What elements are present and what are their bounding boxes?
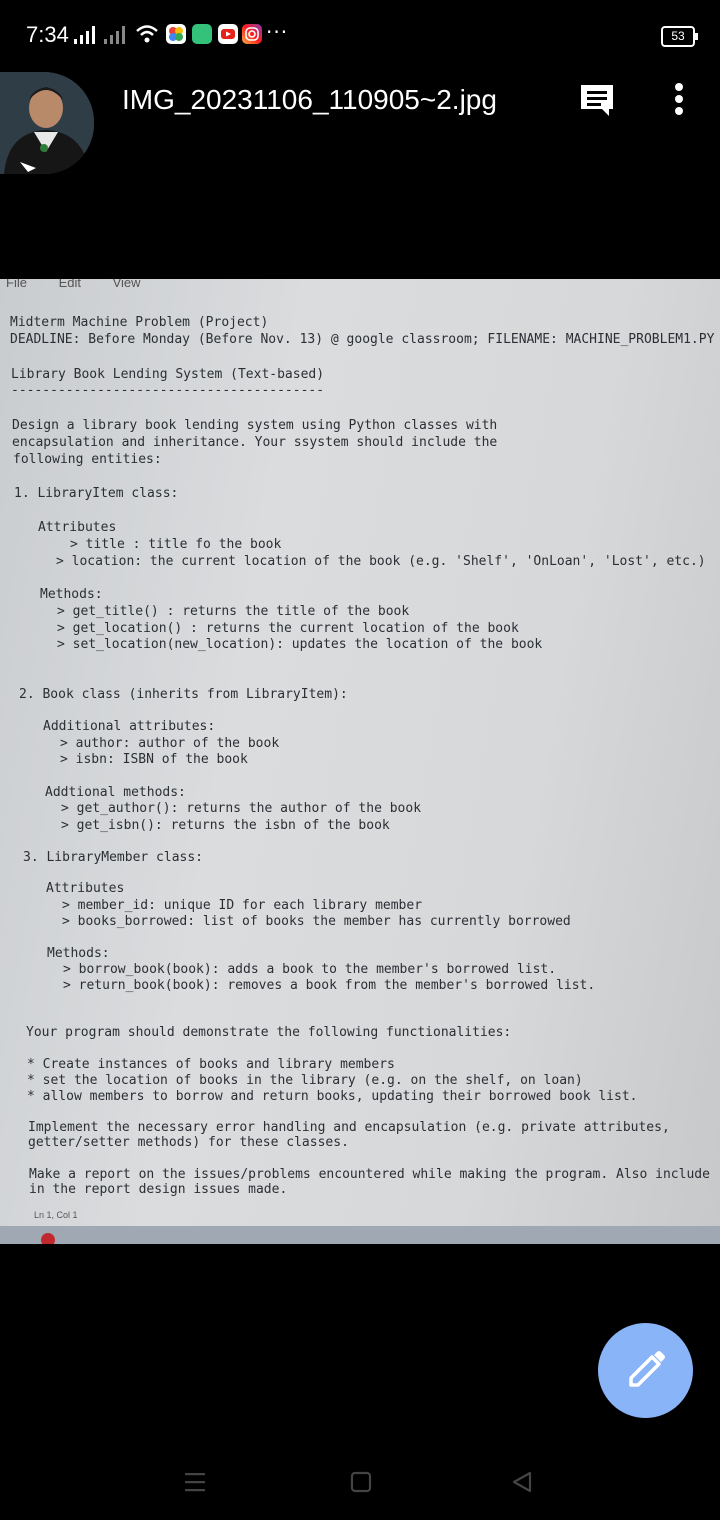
youtube-app-icon — [218, 24, 238, 44]
text-line: ---------------------------------------- — [11, 383, 325, 398]
text-line: 3. LibraryMember class: — [23, 850, 204, 865]
text-line: in the report design issues made. — [29, 1182, 288, 1197]
signal-icon — [74, 24, 95, 44]
edit-button[interactable] — [598, 1323, 693, 1418]
menu-edit: Edit — [58, 279, 81, 290]
text-line: > get_isbn(): returns the isbn of the bo… — [61, 818, 390, 833]
text-line: Make a report on the issues/problems enc… — [29, 1167, 710, 1182]
text-line: getter/setter methods) for these classes… — [28, 1135, 349, 1150]
status-bar: 7:34 ··· 53 — [0, 0, 720, 70]
editor-status-line: Ln 1, Col 1 — [34, 1210, 78, 1220]
text-line: > get_author(): returns the author of th… — [61, 801, 422, 816]
text-line: encapsulation and inheritance. Your ssys… — [12, 435, 498, 450]
text-line: 1. LibraryItem class: — [14, 486, 179, 501]
menu-view: View — [112, 279, 141, 290]
recent-apps-icon[interactable] — [183, 1470, 207, 1494]
photographed-screen: File Edit View Midterm Machine Problem (… — [0, 279, 720, 1244]
text-line: > borrow_book(book): adds a book to the … — [63, 962, 557, 977]
text-line: 2. Book class (inherits from LibraryItem… — [19, 687, 348, 702]
instagram-app-icon — [242, 24, 262, 44]
comment-icon[interactable] — [578, 82, 616, 118]
text-line: Your program should demonstrate the foll… — [26, 1025, 512, 1040]
text-line: > return_book(book): removes a book from… — [63, 978, 596, 993]
taskbar — [0, 1226, 720, 1244]
wifi-icon — [136, 25, 158, 43]
pencil-icon — [629, 1351, 665, 1387]
text-line: Attributes — [38, 520, 117, 535]
notification-badge-icon — [41, 1233, 55, 1244]
text-line: > get_title() : returns the title of the… — [57, 604, 410, 619]
back-icon[interactable] — [510, 1470, 534, 1494]
text-line: Additional attributes: — [43, 719, 216, 734]
text-line: > books_borrowed: list of books the memb… — [62, 914, 571, 929]
menu-file: File — [6, 279, 27, 290]
messaging-app-icon — [192, 24, 212, 44]
text-line: Methods: — [47, 946, 110, 961]
more-vert-icon[interactable] — [664, 82, 694, 116]
text-line: Implement the necessary error handling a… — [28, 1120, 670, 1135]
editor-menubar: File Edit View — [6, 279, 169, 290]
text-line: following entities: — [13, 452, 162, 467]
text-line: * set the location of books in the libra… — [27, 1073, 583, 1088]
avatar[interactable] — [0, 72, 94, 174]
text-line: Midterm Machine Problem (Project) — [10, 315, 269, 330]
text-line: Design a library book lending system usi… — [12, 418, 498, 433]
text-line: > set_location(new_location): updates th… — [57, 637, 543, 652]
text-line: > isbn: ISBN of the book — [60, 752, 248, 767]
text-line: Methods: — [40, 587, 103, 602]
photo-image[interactable]: File Edit View Midterm Machine Problem (… — [0, 279, 720, 1244]
battery-indicator: 53 — [661, 26, 698, 47]
text-line: Library Book Lending System (Text-based) — [11, 367, 325, 382]
text-line: DEADLINE: Before Monday (Before Nov. 13)… — [10, 332, 715, 347]
text-line: Attributes — [46, 881, 125, 896]
status-time: 7:34 — [26, 22, 69, 47]
text-line: Addtional methods: — [45, 785, 186, 800]
photos-app-icon — [166, 24, 186, 44]
text-line: > get_location() : returns the current l… — [57, 621, 519, 636]
text-line: > author: author of the book — [60, 736, 280, 751]
text-line: > location: the current location of the … — [56, 554, 706, 569]
text-line: * Create instances of books and library … — [27, 1057, 395, 1072]
home-icon[interactable] — [349, 1470, 373, 1494]
signal-2-icon — [104, 24, 125, 44]
file-title: IMG_20231106_110905~2.jpg — [122, 84, 497, 115]
text-line: * allow members to borrow and return boo… — [27, 1089, 638, 1104]
text-line: > title : title fo the book — [70, 537, 282, 552]
more-notifications-icon: ··· — [266, 20, 289, 44]
text-line: > member_id: unique ID for each library … — [62, 898, 423, 913]
